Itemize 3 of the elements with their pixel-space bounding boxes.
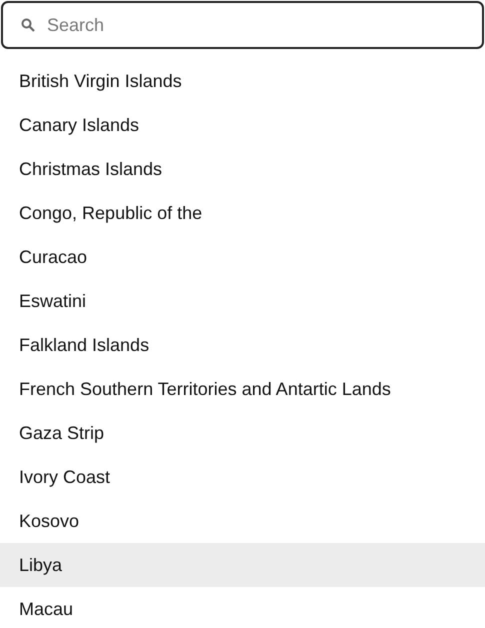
search-icon [21,18,35,32]
country-option[interactable]: Libya [0,543,485,587]
search-field[interactable]: Search [1,1,484,49]
